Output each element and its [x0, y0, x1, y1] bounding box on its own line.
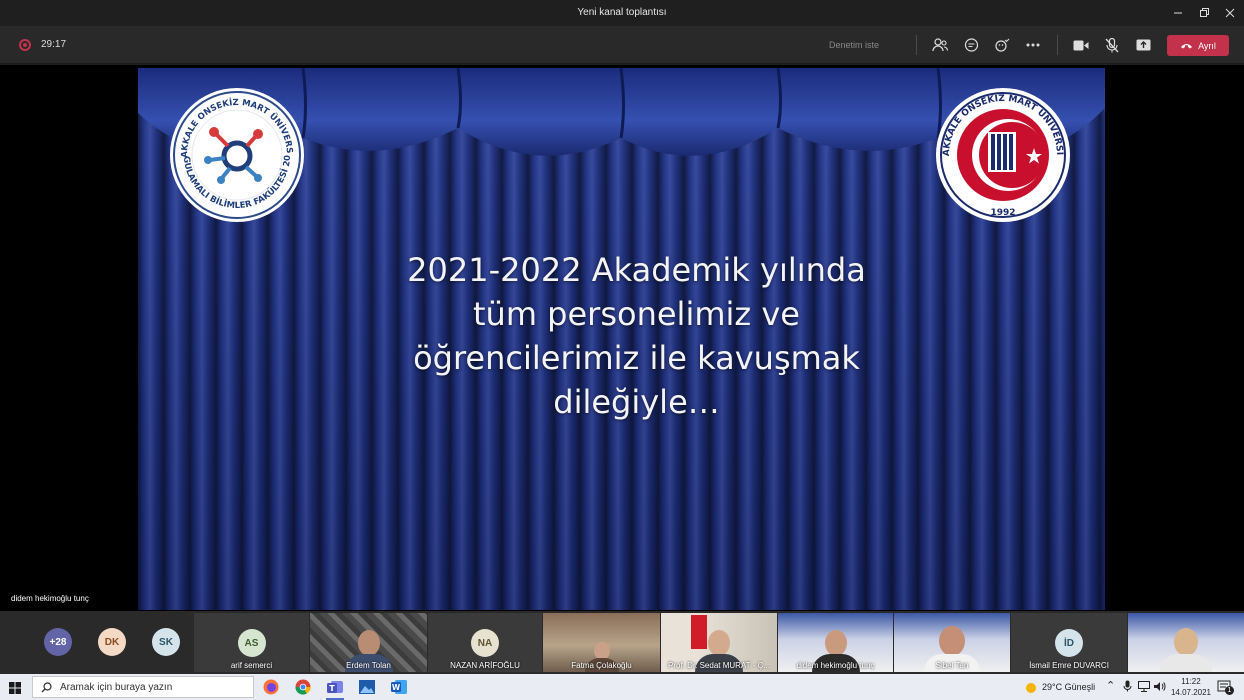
participant-name: Prof. Dr. Sedat MURAT - Ç... — [668, 661, 770, 670]
chevron-up-icon[interactable]: ⌃ — [1106, 679, 1115, 692]
network-icon[interactable] — [1138, 681, 1150, 694]
participant-tile[interactable]: İD İsmail Emre DUVARCI — [1011, 613, 1127, 672]
slide-line: tüm personelimiz ve — [473, 295, 800, 333]
participant-avatar[interactable]: SK — [152, 628, 180, 656]
taskbar-search-box[interactable]: Aramak için buraya yazın — [32, 676, 254, 698]
weather-text[interactable]: 29°C Güneşli — [1042, 682, 1095, 692]
participant-name: arif semerci — [230, 661, 273, 670]
restore-icon[interactable] — [1190, 0, 1218, 26]
word-icon[interactable]: W — [390, 678, 408, 696]
slide-line: dileğiyle… — [553, 383, 720, 421]
participant-video-tile[interactable]: Sibel Tan — [894, 613, 1010, 672]
svg-text:T: T — [329, 684, 335, 693]
slide-line: 2021-2022 Akademik yılında — [407, 251, 866, 289]
participant-name: Erdem Tolan — [346, 661, 391, 670]
notifications-icon[interactable]: 1 — [1217, 679, 1234, 695]
slide-line: öğrencilerimiz ile kavuşmak — [413, 339, 860, 377]
teams-icon[interactable]: T — [326, 678, 344, 700]
more-participants-button[interactable]: +28 — [44, 628, 72, 656]
meeting-timer: 29:17 — [41, 39, 67, 50]
participant-initials: AS — [237, 629, 266, 657]
participant-tile[interactable]: NA NAZAN ARİFOĞLU — [428, 613, 542, 672]
participants-icon[interactable] — [929, 35, 951, 55]
minimize-icon[interactable] — [1164, 0, 1192, 26]
participant-name: İsmail Emre DUVARCI — [1029, 661, 1109, 670]
presenter-name-label: didem hekimoğlu tunç — [11, 594, 89, 603]
meeting-toolbar: 29:17 Denetim iste Ayrıl — [0, 26, 1244, 64]
sun-weather-icon — [1025, 681, 1037, 699]
participant-initials: İD — [1055, 629, 1083, 657]
windows-start-icon[interactable] — [9, 681, 21, 699]
clock-date: 14.07.2021 — [1170, 688, 1212, 697]
window-title: Yeni kanal toplantısı — [577, 7, 667, 18]
participant-avatar[interactable]: DK — [98, 628, 126, 656]
participant-tile[interactable]: AS arif semerci — [194, 613, 309, 672]
more-actions-icon[interactable] — [1022, 35, 1044, 55]
leave-button[interactable]: Ayrıl — [1167, 35, 1229, 56]
recording-icon — [19, 39, 31, 51]
toolbar-divider — [916, 35, 917, 55]
share-screen-icon[interactable] — [1132, 35, 1154, 55]
clock-time: 11:22 — [1181, 677, 1201, 686]
svg-text:1992: 1992 — [990, 208, 1015, 218]
title-bar: Yeni kanal toplantısı — [0, 0, 1244, 26]
toolbar-divider — [1057, 35, 1058, 55]
university-seal-logo: ÇANAKKALE ONSEKİZ MART ÜNİVERSİTESİ 1992 — [932, 80, 1070, 222]
slide-message: 2021-2022 Akademik yılında tüm personeli… — [333, 248, 940, 424]
hang-up-icon — [1181, 44, 1193, 49]
windows-taskbar: Aramak için buraya yazın T W 29°C Güneşl… — [0, 674, 1244, 700]
participant-video-tile[interactable]: Erdem Tolan — [310, 613, 427, 672]
close-icon[interactable] — [1216, 0, 1244, 26]
participant-name: Sibel Tan — [935, 661, 969, 670]
taskbar-clock[interactable]: 11:22 14.07.2021 — [1166, 676, 1216, 698]
camera-icon[interactable] — [1070, 35, 1092, 55]
participants-strip: +28 DK SK AS arif semerci Erdem Tolan NA… — [0, 611, 1244, 674]
participant-video-tile[interactable]: Fatma Çolakoğlu — [543, 613, 660, 672]
microphone-tray-icon[interactable] — [1123, 680, 1132, 694]
participant-name: Fatma Çolakoğlu — [571, 661, 632, 670]
participant-name: NAZAN ARİFOĞLU — [450, 661, 520, 670]
participant-name: didem hekimoğlu tunç — [796, 661, 875, 670]
shared-content-stage: ÇANAKKALE ONSEKİZ MART ÜNİVERSİTESİ UYGU… — [0, 65, 1244, 611]
photo-app-icon[interactable] — [358, 678, 376, 696]
svg-text:W: W — [392, 683, 401, 692]
presentation-slide: ÇANAKKALE ONSEKİZ MART ÜNİVERSİTESİ UYGU… — [138, 68, 1105, 610]
firefox-icon[interactable] — [262, 678, 280, 696]
chat-icon[interactable] — [960, 35, 982, 55]
participant-video-tile[interactable] — [1128, 613, 1244, 672]
chrome-icon[interactable] — [294, 678, 312, 696]
participant-video-tile[interactable]: Prof. Dr. Sedat MURAT - Ç... — [661, 613, 777, 672]
volume-icon[interactable] — [1154, 681, 1166, 694]
request-control-button[interactable]: Denetim iste — [829, 40, 879, 50]
search-icon — [41, 681, 52, 692]
search-placeholder: Aramak için buraya yazın — [60, 681, 173, 693]
microphone-muted-icon[interactable] — [1101, 35, 1123, 55]
participant-initials: NA — [471, 629, 499, 657]
leave-label: Ayrıl — [1198, 40, 1216, 51]
reactions-icon[interactable] — [991, 35, 1013, 55]
faculty-logo: ÇANAKKALE ONSEKİZ MART ÜNİVERSİTESİ UYGU… — [166, 80, 304, 222]
participant-video-feed — [1160, 628, 1212, 672]
notification-count-badge: 1 — [1225, 686, 1234, 695]
participant-video-tile[interactable]: didem hekimoğlu tunç — [778, 613, 893, 672]
